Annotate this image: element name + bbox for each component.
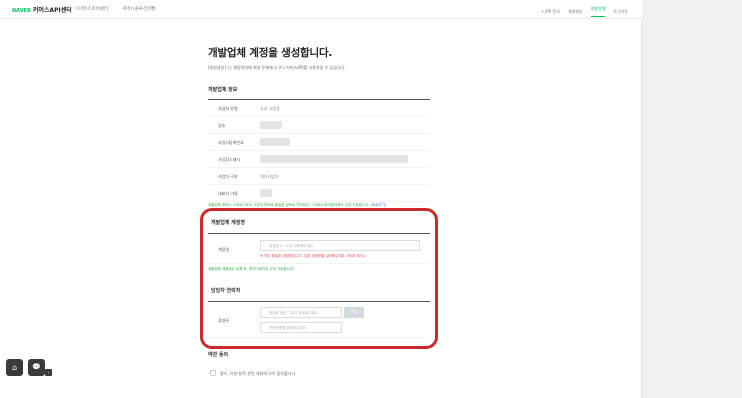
home-icon[interactable]: ⌂ — [6, 359, 23, 376]
page-root: NAVER 커머스API센터 스마트스토어센터 커머스솔루션마켓 • API 문서… — [0, 0, 742, 398]
row-label: 상호 — [218, 123, 226, 128]
agree-all-checkbox[interactable] — [210, 370, 216, 376]
nav-dev-center[interactable]: 개발센터 — [568, 9, 583, 15]
browser-content: NAVER 커머스API센터 스마트스토어센터 커머스솔루션마켓 • API 문서… — [0, 0, 642, 398]
highlight-annotation-box — [200, 208, 438, 349]
right-nav: • API 문서 개발센터 개발업체 로그아웃 — [541, 6, 628, 17]
agree-all-label[interactable]: 필수, 기본 항목 관련 내용에 모두 동의합니다. — [220, 371, 296, 377]
company-row-name: 상호 — [208, 117, 430, 134]
company-row-business-type: 사업자 유형 국내 사업자 — [208, 100, 430, 117]
top-nav: 스마트스토어센터 커머스솔루션마켓 — [75, 6, 155, 12]
naver-brand: NAVER — [12, 8, 31, 14]
nav-commerce-solution-market[interactable]: 커머스솔루션마켓 — [122, 6, 155, 12]
row-label: 대표자 이름 — [218, 191, 238, 196]
logout-link[interactable]: 로그아웃 — [613, 9, 628, 15]
notice-shortcut-link[interactable]: (바로가기) — [371, 203, 387, 207]
site-logo[interactable]: NAVER 커머스API센터 — [12, 5, 72, 14]
notice-text: 개발업체 정보는 스마트스토어 사업자 정보와 동일한 정보로 관리되니, 스마… — [208, 203, 370, 207]
row-label: 사업장소재지 — [218, 157, 241, 162]
row-label: 사업자 구분 — [218, 174, 238, 179]
row-value: 개인사업자 — [260, 174, 279, 179]
main-content: 개발업체 계정을 생성합니다. [회원생성] 시, 계정관리에 최대 문제해 누… — [208, 45, 430, 71]
nav-api-docs[interactable]: • API 문서 — [541, 9, 560, 15]
company-row-representative: 대표자 이름 — [208, 185, 430, 202]
company-row-address: 사업장소재지 — [208, 151, 430, 168]
chevron-left-icon[interactable]: ‹ — [45, 369, 52, 376]
redacted-value — [260, 138, 290, 146]
row-label: 사업자 유형 — [218, 106, 238, 111]
nav-smartstore-center[interactable]: 스마트스토어센터 — [75, 6, 108, 12]
redacted-value — [260, 155, 408, 163]
top-navigation-bar: NAVER 커머스API센터 스마트스토어센터 커머스솔루션마켓 • API 문서… — [0, 0, 642, 19]
chat-icon[interactable]: 💬 — [28, 359, 45, 376]
company-row-business-class: 사업자 구분 개인사업자 — [208, 168, 430, 185]
row-label: 사업자등록번호 — [218, 140, 244, 145]
page-title: 개발업체 계정을 생성합니다. — [208, 47, 333, 59]
company-info-heading: 개발업체 정보 — [208, 87, 238, 93]
row-value: 국내 사업자 — [260, 106, 280, 111]
page-description: [회원생성] 시, 계정관리에 최대 문제해 누구나 커머스API를 사용하실 … — [208, 65, 346, 70]
company-row-registration-number: 사업자등록번호 — [208, 134, 430, 151]
redacted-value — [260, 121, 282, 129]
site-title: 커머스API센터 — [32, 7, 72, 14]
redacted-value — [260, 189, 272, 197]
nav-dev-company[interactable]: 개발업체 — [590, 6, 606, 17]
terms-heading: 약관 동의 — [208, 352, 229, 358]
